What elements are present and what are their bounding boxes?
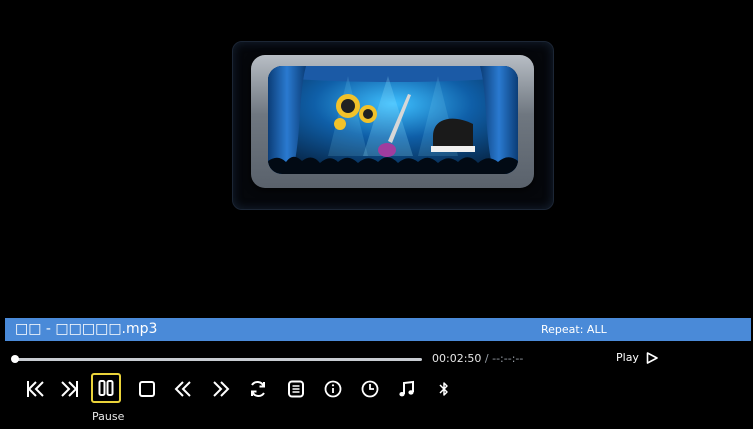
playlist-button[interactable] bbox=[283, 376, 309, 402]
stop-button[interactable] bbox=[134, 376, 160, 402]
sound-button[interactable] bbox=[394, 376, 420, 402]
pause-icon bbox=[98, 380, 114, 396]
rewind-button[interactable] bbox=[170, 376, 196, 402]
info-icon bbox=[324, 380, 342, 398]
play-outline-icon bbox=[647, 352, 659, 364]
skip-next-icon bbox=[61, 381, 78, 397]
fast-forward-icon bbox=[213, 381, 230, 397]
media-player-screen: □□ - □□□□□.mp3 Repeat: ALL 00:02:50 / --… bbox=[0, 0, 753, 429]
fast-forward-button[interactable] bbox=[208, 376, 234, 402]
skip-previous-icon bbox=[27, 381, 44, 397]
elapsed-time: 00:02:50 bbox=[432, 352, 482, 365]
previous-button[interactable] bbox=[22, 376, 48, 402]
rewind-icon bbox=[174, 381, 191, 397]
timer-icon bbox=[361, 380, 379, 398]
progress-knob[interactable] bbox=[11, 355, 19, 363]
pause-button[interactable] bbox=[91, 373, 121, 403]
sleep-timer-button[interactable] bbox=[357, 376, 383, 402]
bluetooth-icon bbox=[439, 382, 448, 396]
info-button[interactable] bbox=[320, 376, 346, 402]
progress-bar[interactable] bbox=[14, 358, 422, 361]
track-title: □□ - □□□□□.mp3 bbox=[15, 321, 158, 337]
focused-control-label: Pause bbox=[92, 410, 125, 423]
playback-state: Play bbox=[616, 350, 659, 366]
bluetooth-button[interactable] bbox=[431, 376, 457, 402]
album-art bbox=[268, 66, 518, 174]
repeat-icon bbox=[251, 380, 265, 398]
next-button[interactable] bbox=[57, 376, 83, 402]
playback-time: 00:02:50 / --:--:-- bbox=[432, 352, 523, 366]
repeat-mode: Repeat: ALL bbox=[541, 323, 607, 336]
playlist-icon bbox=[288, 380, 304, 398]
stop-icon bbox=[139, 381, 155, 397]
music-note-icon bbox=[399, 380, 414, 397]
total-time: / --:--:-- bbox=[481, 352, 524, 365]
playback-state-label: Play bbox=[616, 351, 639, 364]
repeat-button[interactable] bbox=[245, 376, 271, 402]
now-playing-bar: □□ - □□□□□.mp3 Repeat: ALL bbox=[5, 318, 751, 341]
